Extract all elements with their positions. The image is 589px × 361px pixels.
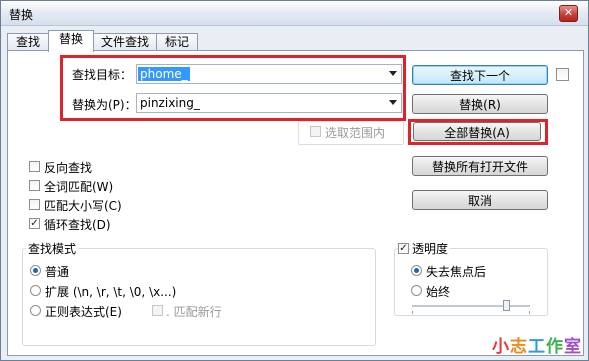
tab-find[interactable]: 查找 (7, 33, 49, 51)
replace-dialog: 替换 ✕ 查找 替换 文件查找 标记 查找目标： phome_ 替换为(P)： … (0, 0, 589, 361)
cancel-button[interactable]: 取消 (412, 190, 548, 210)
option-label-backward: 反向查找 (44, 161, 93, 175)
window-title: 替换 (9, 8, 34, 22)
dot-newline-checkbox[interactable] (152, 305, 163, 316)
chevron-down-icon[interactable] (389, 100, 397, 105)
in-selection-label: 选取范围内 (325, 126, 386, 140)
search-mode-title: 查找模式 (26, 240, 79, 257)
radio-on-lose-focus[interactable] (411, 265, 422, 276)
watermark-char: 作 (546, 337, 564, 357)
slider-tick (412, 311, 413, 314)
watermark-char: 室 (564, 337, 582, 357)
find-next-extra-checkbox[interactable] (556, 68, 569, 81)
tab-replace[interactable]: 替换 (48, 30, 94, 52)
watermark: 小志工作室 (492, 332, 582, 357)
transparency-slider-thumb[interactable] (503, 300, 511, 311)
radio-normal[interactable] (30, 265, 41, 276)
close-button[interactable]: ✕ (559, 5, 578, 22)
option-label-wrap-around: 循环查找(D) (44, 218, 111, 232)
transparency-slider-track[interactable] (412, 305, 530, 308)
transparency-title: 透明度 (410, 240, 451, 257)
watermark-char: 志 (510, 337, 528, 357)
watermark-char: 小 (492, 337, 510, 357)
option-label-whole-word: 全词匹配(W) (44, 180, 114, 194)
find-next-button[interactable]: 查找下一个 (412, 65, 548, 85)
replace-all-button[interactable]: 全部替换(A) (413, 122, 541, 141)
option-checkbox[interactable] (29, 180, 40, 191)
radio-always[interactable] (411, 285, 422, 296)
radio-regex-label: 正则表达式(E) (45, 305, 122, 319)
option-checkbox-checked[interactable]: ✓ (29, 218, 40, 229)
replace-input[interactable]: pinzixing_ (140, 96, 200, 110)
replace-label: 替换为(P)： (72, 98, 137, 112)
tab-mark[interactable]: 标记 (156, 33, 198, 51)
radio-normal-label: 普通 (45, 265, 70, 279)
replace-combobox[interactable]: pinzixing_ (136, 93, 402, 113)
title-bar[interactable]: 替换 ✕ (1, 1, 588, 26)
option-checkbox[interactable] (29, 199, 40, 210)
dot-newline-label: . 匹配新行 (166, 305, 222, 319)
slider-tick (529, 311, 530, 314)
tab-panel-replace: 查找目标： phome_ 替换为(P)： pinzixing_ 选取范围内 查找… (7, 50, 584, 356)
radio-on-lose-focus-label: 失去焦点后 (426, 265, 487, 279)
in-selection-checkbox[interactable] (310, 126, 321, 137)
replace-all-open-files-button[interactable]: 替换所有打开文件 (412, 156, 548, 176)
find-label: 查找目标： (72, 68, 133, 82)
chevron-down-icon[interactable] (389, 71, 397, 76)
transparency-checkbox[interactable]: ✓ (398, 243, 409, 254)
replace-button[interactable]: 替换(R) (412, 94, 548, 114)
radio-regex[interactable] (30, 305, 41, 316)
option-label-match-case: 匹配大小写(C) (44, 199, 122, 213)
radio-always-label: 始终 (426, 285, 451, 299)
find-input[interactable]: phome_ (138, 67, 190, 81)
radio-extended[interactable] (30, 285, 41, 296)
find-combobox[interactable]: phome_ (136, 64, 402, 84)
option-checkbox[interactable] (29, 161, 40, 172)
watermark-char: 工 (528, 337, 546, 357)
radio-extended-label: 扩展 (\n, \r, \t, \0, \x...) (45, 285, 177, 299)
tab-find-in-files[interactable]: 文件查找 (93, 33, 157, 51)
